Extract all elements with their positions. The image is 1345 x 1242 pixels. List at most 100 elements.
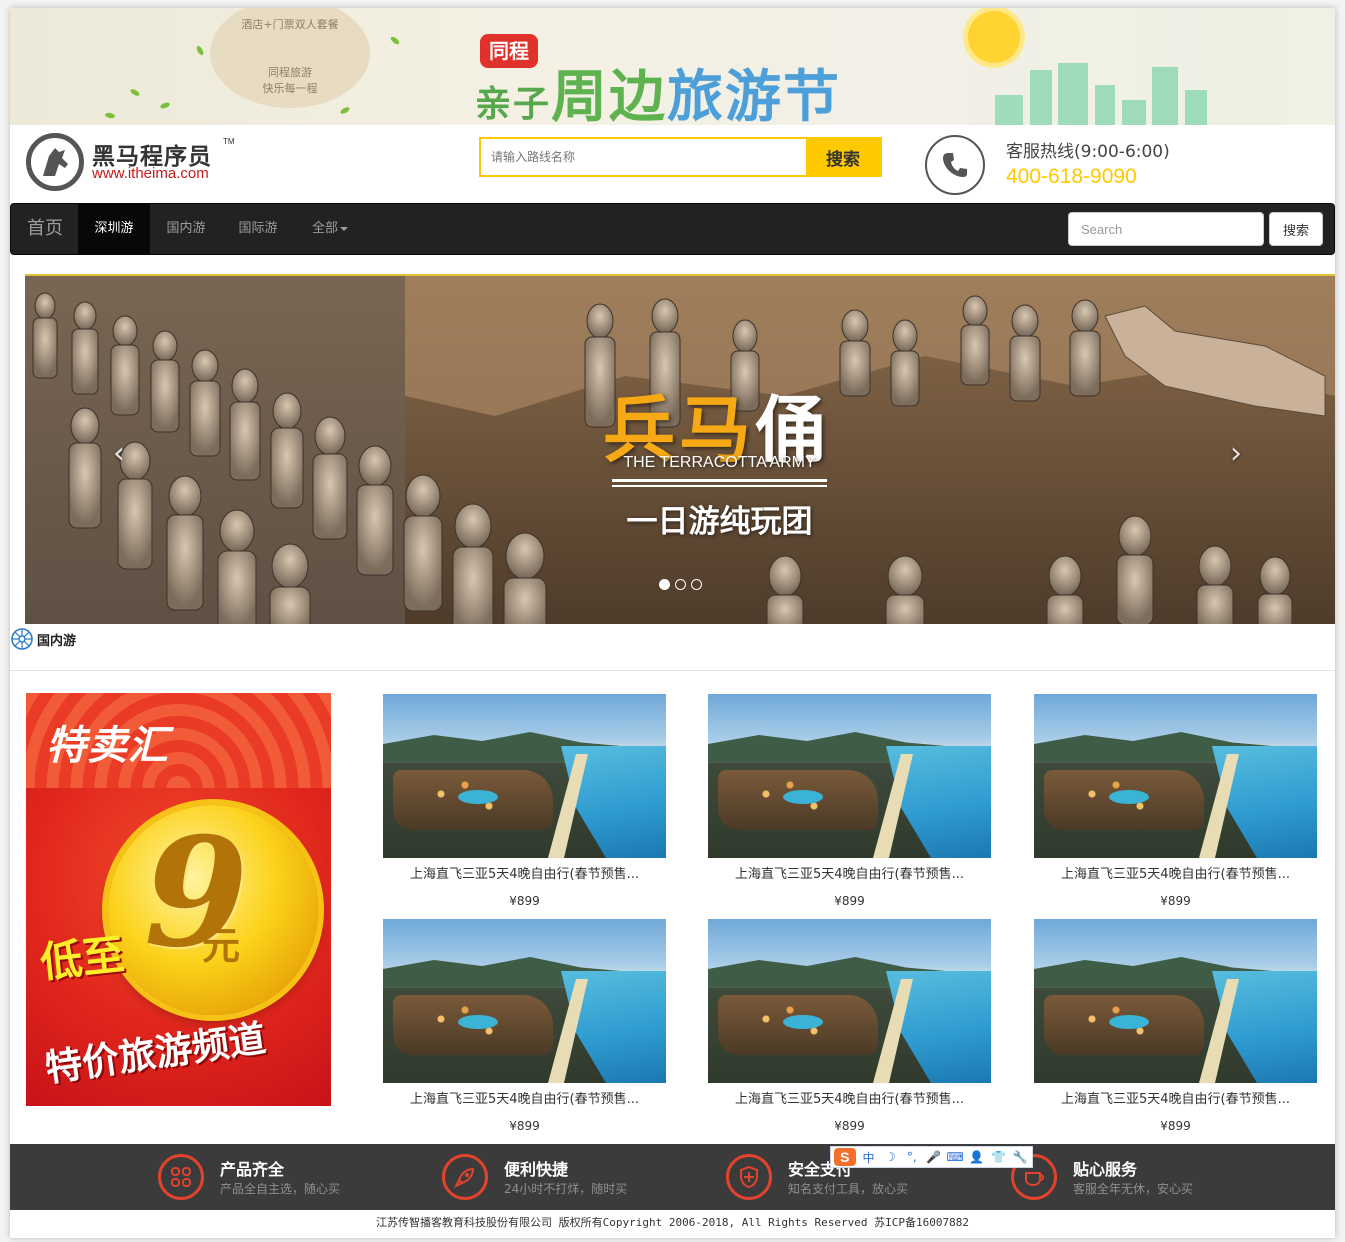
feature-title: 便利快捷 — [504, 1160, 569, 1179]
nav-search-button[interactable]: 搜索 — [1269, 212, 1323, 246]
special-offer-promo[interactable]: 特卖汇 9 元 低至 特价旅游频道 — [26, 693, 331, 1106]
ime-toolbar[interactable]: S 中 ☽ °, 🎤 ⌨ 👤 👕 🔧 — [830, 1146, 1033, 1168]
banner-title-part2: 周边 — [551, 65, 668, 125]
leaf-decoration — [129, 87, 141, 98]
top-banner-ad[interactable]: 酒店+门票双人套餐 同程旅游 快乐每一程 同程 亲子周边旅游节 — [10, 8, 1335, 125]
domestic-section-header: 国内游 — [10, 626, 1335, 671]
banner-brand-text: 同程旅游 — [268, 66, 312, 79]
image-pool — [1109, 790, 1149, 804]
product-title[interactable]: 上海直飞三亚5天4晚自由行(春节预售... — [1034, 1088, 1317, 1107]
product-title[interactable]: 上海直飞三亚5天4晚自由行(春节预售... — [383, 1088, 666, 1107]
nav-item-domestic[interactable]: 国内游 — [150, 204, 222, 254]
building-decoration — [1152, 67, 1178, 125]
sanya-resort-image — [708, 919, 991, 1083]
banner-title-part3: 旅游节 — [667, 65, 842, 125]
feature-desc: 产品全自主选，随心买 — [220, 1182, 341, 1196]
section-title: 国内游 — [37, 634, 77, 649]
product-card[interactable]: 上海直飞三亚5天4晚自由行(春节预售... ¥899 — [1034, 694, 1317, 909]
features-bar: 产品齐全 产品全自主选，随心买 便利快捷 24小时不打烊，随时买 安全支付 知名… — [10, 1144, 1335, 1210]
product-title[interactable]: 上海直飞三亚5天4晚自由行(春节预售... — [708, 1088, 991, 1107]
carousel-indicator-dot[interactable] — [691, 579, 702, 590]
building-decoration — [1095, 85, 1115, 125]
logo-url[interactable]: www.itheima.com — [92, 165, 209, 182]
carousel-indicator-dot[interactable] — [675, 579, 686, 590]
ime-chinese-mode[interactable]: 中 — [860, 1149, 878, 1166]
caret-down-icon — [340, 226, 348, 231]
nav-item-all-label: 全部 — [311, 221, 338, 236]
leaf-decoration — [389, 35, 401, 46]
sanya-resort-image — [708, 694, 991, 858]
logo-trademark: TM — [223, 137, 235, 146]
nav-item-international[interactable]: 国际游 — [222, 204, 294, 254]
building-decoration — [1185, 90, 1207, 125]
promo-price-unit: 元 — [202, 924, 241, 968]
image-pool — [783, 790, 823, 804]
hotline-number: 400-618-9090 — [1006, 165, 1137, 188]
phone-icon — [925, 135, 985, 195]
product-price: ¥899 — [834, 894, 865, 908]
wrench-icon[interactable]: 🔧 — [1011, 1150, 1029, 1164]
site-header: 黑马程序员 TM www.itheima.com 搜索 客服热线(9:00-6:… — [10, 125, 1335, 203]
product-price: ¥899 — [509, 894, 540, 908]
carousel-subtitle-en: THE TERRACOTTA ARMY — [623, 454, 816, 471]
building-decoration — [995, 95, 1023, 125]
image-pool — [458, 1015, 498, 1029]
image-pool — [1109, 1015, 1149, 1029]
caption-divider — [612, 485, 827, 487]
user-icon[interactable]: 👤 — [968, 1150, 986, 1164]
sun-icon — [968, 11, 1020, 63]
chevron-left-icon[interactable]: ‹ — [113, 436, 125, 471]
nav-item-shenzhen[interactable]: 深圳游 — [78, 204, 150, 254]
skin-icon[interactable]: 👕 — [990, 1150, 1008, 1164]
carousel-indicator-dot[interactable] — [659, 579, 670, 590]
image-pool — [458, 790, 498, 804]
banner-title: 亲子周边旅游节 — [475, 52, 841, 125]
banner-title-part1: 亲子 — [475, 84, 552, 125]
building-decoration — [1030, 70, 1052, 125]
sanya-resort-image — [1034, 694, 1317, 858]
hotline-label: 客服热线(9:00-6:00) — [1006, 142, 1170, 162]
product-card[interactable]: 上海直飞三亚5天4晚自由行(春节预售... ¥899 — [1034, 919, 1317, 1134]
product-title[interactable]: 上海直飞三亚5天4晚自由行(春节预售... — [1034, 863, 1317, 882]
chevron-right-icon[interactable]: › — [1230, 436, 1242, 471]
punctuation-icon[interactable]: °, — [903, 1150, 921, 1164]
horse-logo-icon[interactable] — [26, 133, 84, 191]
feature-desc: 知名支付工具，放心买 — [788, 1182, 909, 1196]
product-card[interactable]: 上海直飞三亚5天4晚自由行(春节预售... ¥899 — [383, 694, 666, 909]
page-frame: 酒店+门票双人套餐 同程旅游 快乐每一程 同程 亲子周边旅游节 黑马程序员 TM… — [10, 8, 1335, 1238]
banner-package-text: 酒店+门票双人套餐 — [241, 18, 339, 31]
nav-home-link[interactable]: 首页 — [27, 204, 63, 254]
product-title[interactable]: 上海直飞三亚5天4晚自由行(春节预售... — [383, 863, 666, 882]
product-card[interactable]: 上海直飞三亚5天4晚自由行(春节预售... ¥899 — [383, 919, 666, 1134]
grid-icon — [158, 1154, 204, 1200]
sanya-resort-image — [383, 694, 666, 858]
route-search-input[interactable] — [481, 139, 806, 175]
keyboard-icon[interactable]: ⌨ — [946, 1150, 964, 1164]
phone-handset-icon — [943, 153, 967, 177]
leaf-decoration — [195, 44, 205, 57]
shield-icon — [726, 1154, 772, 1200]
moon-icon[interactable]: ☽ — [881, 1150, 899, 1164]
product-price: ¥899 — [834, 1119, 865, 1133]
copyright-text: 江苏传智播客教育科技股份有限公司 版权所有Copyright 2006-2018… — [376, 1216, 969, 1229]
banner-slogan-text: 快乐每一程 — [262, 82, 318, 95]
leaf-decoration — [159, 101, 171, 110]
building-decoration — [1058, 63, 1088, 125]
product-price: ¥899 — [509, 1119, 540, 1133]
rocket-icon — [442, 1154, 488, 1200]
caption-divider — [612, 479, 827, 482]
product-card[interactable]: 上海直飞三亚5天4晚自由行(春节预售... ¥899 — [708, 694, 991, 909]
feature-desc: 24小时不打烊，随时买 — [504, 1182, 628, 1196]
hero-carousel[interactable]: 兵马俑 THE TERRACOTTA ARMY 一日游纯玩团 ‹ › — [25, 274, 1335, 624]
building-decoration — [1122, 100, 1146, 125]
nav-item-all-dropdown[interactable]: 全部 — [294, 204, 366, 254]
route-search-button[interactable]: 搜索 — [806, 139, 880, 175]
microphone-icon[interactable]: 🎤 — [925, 1150, 943, 1164]
sanya-resort-image — [1034, 919, 1317, 1083]
sogou-logo-icon[interactable]: S — [834, 1148, 856, 1166]
nav-search-input[interactable] — [1068, 212, 1264, 246]
promo-prefix: 低至 — [37, 929, 127, 988]
globe-icon — [11, 628, 33, 650]
product-card[interactable]: 上海直飞三亚5天4晚自由行(春节预售... ¥899 — [708, 919, 991, 1134]
product-title[interactable]: 上海直飞三亚5天4晚自由行(春节预售... — [708, 863, 991, 882]
